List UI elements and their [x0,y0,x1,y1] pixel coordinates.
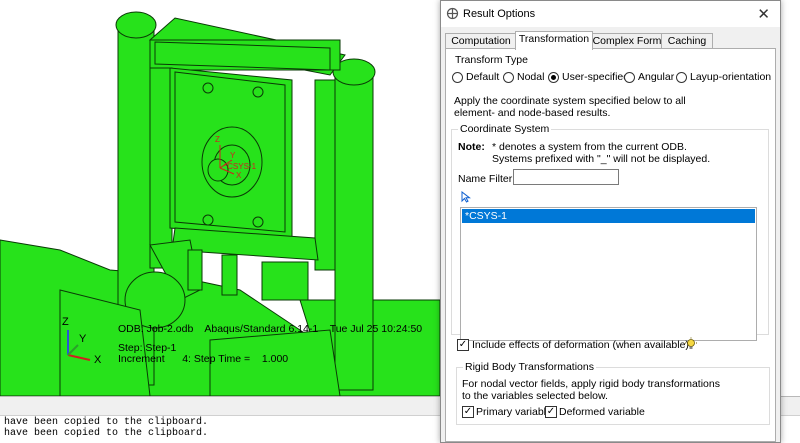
lightbulb-icon[interactable] [684,337,698,351]
deformed-variable-checkbox[interactable] [545,406,557,418]
dialog-titlebar[interactable]: Result Options ✕ [441,1,780,27]
pick-cursor-icon[interactable] [461,191,471,203]
note-line-1: * denotes a system from the current ODB. [492,141,687,153]
message-line: have been copied to the clipboard. [4,417,209,428]
tab-computation[interactable]: Computation [445,33,517,49]
triad-z-label: Z [62,316,69,328]
tab-transformation[interactable]: Transformation [515,31,593,50]
radio-layup-orientation[interactable]: Layup-orientation [676,71,771,83]
radio-default[interactable]: Default [452,71,499,83]
name-filter-input[interactable] [513,169,619,185]
rigid-body-label: Rigid Body Transformations [463,361,596,373]
close-icon[interactable]: ✕ [757,5,770,23]
coordinate-system-list[interactable]: *CSYS-1 [460,207,757,341]
coordinate-system-label: Coordinate System [458,123,552,135]
result-options-dialog: Result Options ✕ Computation Transformat… [440,0,781,443]
note-label: Note: [458,141,485,153]
transform-type-label: Transform Type [453,54,530,66]
csys-label: *CSYS-1 [224,162,257,171]
triad-y-label: Y [79,333,87,345]
tab-complex-form[interactable]: Complex Form [591,33,663,49]
abaqus-app-icon [446,7,459,20]
triad-x-label: X [94,354,102,366]
apply-text-line-2: element- and node-based results. [454,107,611,119]
deformed-variable-label: Deformed variable [559,406,645,418]
radio-user-specified[interactable]: User-specified [548,71,629,83]
primary-variable-label: Primary variable [476,406,552,418]
apply-text-line-1: Apply the coordinate system specified be… [454,95,686,107]
csys-y-label: Y [230,151,236,160]
message-line: have been copied to the clipboard. [4,428,209,439]
dialog-title: Result Options [463,8,536,20]
csys-z-label: Z [215,135,220,144]
include-deformation-label: Include effects of deformation (when ava… [472,339,689,351]
include-deformation-checkbox[interactable] [457,339,469,351]
rigid-body-text-2: to the variables selected below. [462,390,608,402]
csys-x-label: X [236,171,242,180]
odb-info-line: ODB: Job-2.odb Abaqus/Standard 6.14-1 Tu… [118,323,423,335]
note-line-2: Systems prefixed with "_" will not be di… [492,153,711,165]
list-item[interactable]: *CSYS-1 [462,209,755,223]
radio-angular[interactable]: Angular [624,71,674,83]
radio-nodal[interactable]: Nodal [503,71,544,83]
rigid-body-text-1: For nodal vector fields, apply rigid bod… [462,378,720,390]
name-filter-label: Name Filter [458,173,513,185]
primary-variable-checkbox[interactable] [462,406,474,418]
increment-info-line: Increment 4: Step Time = 1.000 [118,353,289,365]
tab-caching[interactable]: Caching [661,33,713,49]
